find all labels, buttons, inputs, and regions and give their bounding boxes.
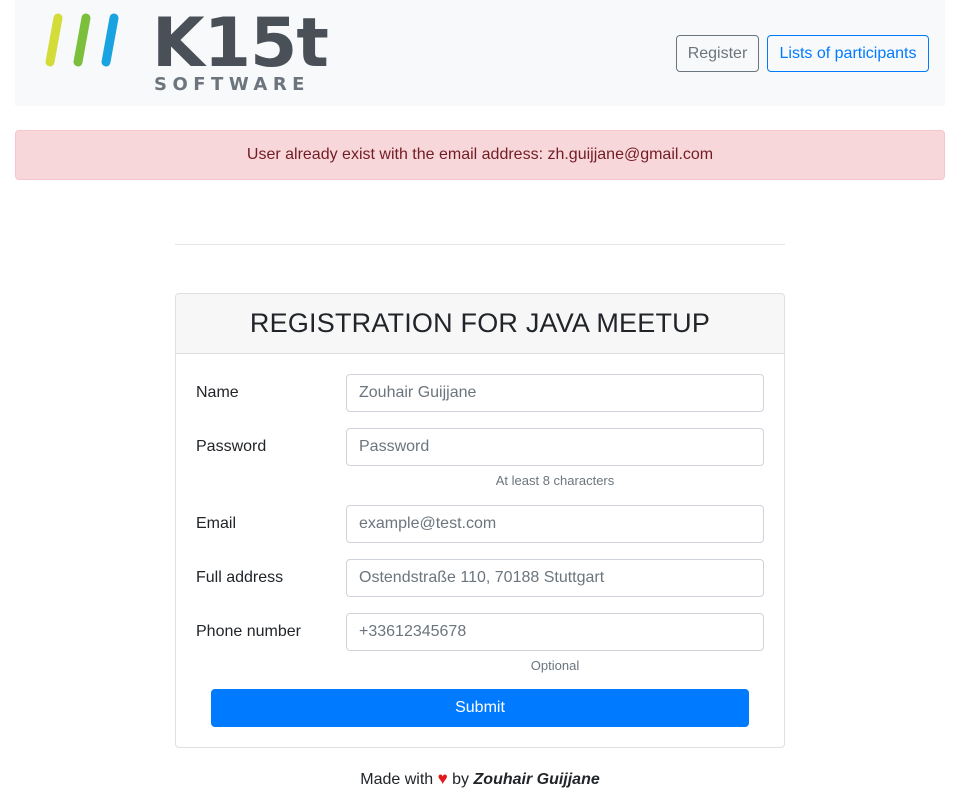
address-input[interactable] — [346, 559, 764, 597]
email-row: Email — [176, 505, 784, 543]
password-label: Password — [196, 438, 267, 455]
password-help-text: At least 8 characters — [495, 473, 615, 488]
logo-stripe-yellow — [45, 13, 63, 67]
email-label: Email — [196, 515, 237, 532]
logo-stripes-icon — [45, 13, 119, 67]
logo-sub-text: SOFTWARE — [154, 74, 310, 95]
logo-brand-text: K15t — [152, 4, 329, 83]
k15t-logo[interactable]: K15t SOFTWARE — [44, 4, 329, 96]
form-title: REGISTRATION FOR JAVA MEETUP — [176, 294, 784, 354]
divider — [175, 244, 785, 245]
password-input[interactable] — [346, 428, 764, 466]
alert-message: User already exist with the email addres… — [246, 146, 714, 163]
phone-input[interactable] — [346, 613, 764, 651]
footer-author: Zouhair Guijjane — [473, 771, 600, 788]
password-row: Password — [176, 428, 784, 466]
submit-button[interactable]: Submit — [211, 689, 749, 727]
address-row: Full address — [176, 559, 784, 597]
email-input[interactable] — [346, 505, 764, 543]
participants-list-button[interactable]: Lists of participants — [767, 35, 929, 72]
navbar: K15t SOFTWARE Register Lists of particip… — [15, 0, 945, 106]
address-label: Full address — [196, 569, 284, 586]
footer-made-with: Made with — [360, 771, 434, 788]
logo-stripe-blue — [101, 13, 119, 67]
name-label: Name — [196, 384, 239, 401]
footer-by: by — [452, 771, 470, 788]
logo-stripe-green — [73, 13, 91, 67]
phone-help-text: Optional — [530, 658, 580, 673]
phone-label: Phone number — [196, 623, 301, 640]
footer: Made with ♥ by Zouhair Guijjane — [0, 767, 960, 791]
heart-icon: ♥ — [437, 769, 448, 788]
name-row: Name — [176, 374, 784, 412]
phone-row: Phone number — [176, 613, 784, 651]
registration-card: REGISTRATION FOR JAVA MEETUP Name Passwo… — [175, 293, 785, 748]
error-alert: User already exist with the email addres… — [15, 130, 945, 180]
name-input[interactable] — [346, 374, 764, 412]
register-button[interactable]: Register — [676, 35, 759, 72]
